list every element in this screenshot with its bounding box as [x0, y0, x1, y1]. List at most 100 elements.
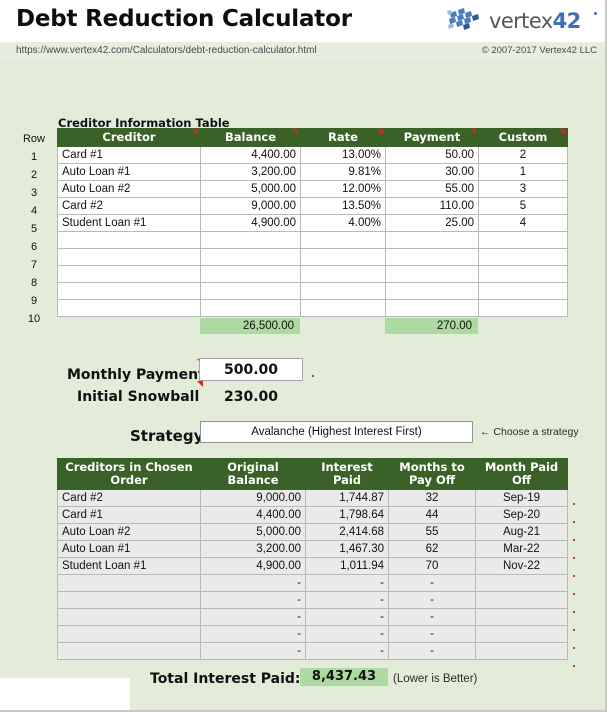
cell-creditor[interactable]: Card #2	[57, 197, 201, 216]
cell-rate[interactable]: 4.00%	[300, 214, 386, 233]
cell-rate[interactable]: 9.81%	[300, 163, 386, 182]
cell-custom[interactable]: 2	[478, 146, 568, 165]
cell-custom[interactable]: 4	[478, 214, 568, 233]
table-row: ---	[57, 625, 568, 644]
cell-custom[interactable]	[478, 282, 568, 301]
table-row: Card #2 9,000.00 1,744.87 32 Sep-19	[57, 489, 568, 508]
cell-payment[interactable]	[385, 282, 479, 301]
cell-custom[interactable]	[478, 265, 568, 284]
monthly-payment-input[interactable]: 500.00	[199, 358, 303, 381]
creditor-row-number: 1	[30, 151, 38, 163]
cell-interest-paid: -	[305, 642, 389, 661]
cell-custom[interactable]: 5	[478, 197, 568, 216]
results-table: Creditors in Chosen Order Original Balan…	[57, 457, 568, 661]
column-header-months-to-pay-off: Months to Pay Off	[388, 457, 476, 491]
cell-balance[interactable]: 4,900.00	[200, 214, 301, 233]
results-table-header-row: Creditors in Chosen Order Original Balan…	[57, 457, 568, 491]
table-row	[57, 299, 568, 318]
source-url[interactable]: https://www.vertex42.com/Calculators/deb…	[16, 45, 317, 56]
cell-balance[interactable]	[200, 299, 301, 318]
cell-interest-paid: 1,798.64	[305, 506, 389, 525]
copyright-text: © 2007-2017 Vertex42 LLC	[481, 45, 597, 56]
cell-balance[interactable]	[200, 265, 301, 284]
cell-interest-paid: -	[305, 625, 389, 644]
column-header-month-paid-off: Month Paid Off	[475, 457, 568, 491]
cell-payment[interactable]: 25.00	[385, 214, 479, 233]
initial-snowball-value: 230.00	[223, 389, 279, 405]
column-header-rate[interactable]: Rate	[300, 127, 386, 148]
cell-custom[interactable]	[478, 248, 568, 267]
cell-balance[interactable]: 4,400.00	[200, 146, 301, 165]
cell-rate[interactable]: 12.00%	[300, 180, 386, 199]
cell-creditor[interactable]: Auto Loan #2	[57, 180, 201, 199]
cell-creditor[interactable]	[57, 248, 201, 267]
results-row-marker-dot	[573, 539, 575, 541]
cell-interest-paid: -	[305, 608, 389, 627]
column-header-creditor[interactable]: Creditor	[57, 127, 201, 148]
cell-rate[interactable]: 13.00%	[300, 146, 386, 165]
cell-rate[interactable]	[300, 231, 386, 250]
cell-balance[interactable]	[200, 231, 301, 250]
cell-months-to-pay-off: 70	[388, 557, 476, 576]
cell-month-paid-off: Sep-20	[475, 506, 568, 525]
cell-payment[interactable]	[385, 248, 479, 267]
cell-creditor[interactable]	[57, 231, 201, 250]
cell-payment[interactable]: 55.00	[385, 180, 479, 199]
cell-rate[interactable]	[300, 282, 386, 301]
cell-creditor-order: Auto Loan #1	[57, 540, 201, 559]
column-header-custom[interactable]: Custom	[478, 127, 568, 148]
cell-creditor[interactable]	[57, 299, 201, 318]
cell-months-to-pay-off: -	[388, 591, 476, 610]
cell-balance[interactable]	[200, 248, 301, 267]
spreadsheet-page: Debt Reduction Calculator vertex42 https…	[0, 0, 607, 712]
cell-creditor[interactable]: Auto Loan #1	[57, 163, 201, 182]
cell-creditor[interactable]: Student Loan #1	[57, 214, 201, 233]
cell-payment[interactable]	[385, 265, 479, 284]
cell-creditor[interactable]	[57, 265, 201, 284]
cell-original-balance: 4,900.00	[200, 557, 306, 576]
cell-months-to-pay-off: 62	[388, 540, 476, 559]
cell-rate[interactable]	[300, 299, 386, 318]
cell-month-paid-off: Aug-21	[475, 523, 568, 542]
table-row: Student Loan #1 4,900.00 4.00% 25.00 4	[57, 214, 568, 233]
cell-payment[interactable]	[385, 231, 479, 250]
cell-custom[interactable]: 3	[478, 180, 568, 199]
cell-custom[interactable]: 1	[478, 163, 568, 182]
cell-original-balance: 3,200.00	[200, 540, 306, 559]
cell-balance[interactable]	[200, 282, 301, 301]
cell-payment[interactable]: 50.00	[385, 146, 479, 165]
total-balance-cell: 26,500.00	[200, 318, 300, 334]
cell-interest-paid: 1,744.87	[305, 489, 389, 508]
cell-custom[interactable]	[478, 231, 568, 250]
cell-creditor[interactable]: Card #1	[57, 146, 201, 165]
table-row: Student Loan #1 4,900.00 1,011.94 70 Nov-22	[57, 557, 568, 576]
cell-creditor[interactable]	[57, 282, 201, 301]
cell-interest-paid: 1,011.94	[305, 557, 389, 576]
column-header-payment[interactable]: Payment	[385, 127, 479, 148]
creditor-row-number: 5	[30, 223, 38, 235]
cell-custom[interactable]	[478, 299, 568, 318]
column-header-balance[interactable]: Balance	[200, 127, 301, 148]
strategy-select[interactable]: Avalanche (Highest Interest First)	[200, 421, 473, 443]
cell-original-balance: -	[200, 608, 306, 627]
cell-payment[interactable]: 30.00	[385, 163, 479, 182]
cell-month-paid-off	[475, 642, 568, 661]
table-row: Card #1 4,400.00 1,798.64 44 Sep-20	[57, 506, 568, 525]
creditor-header-comment-marker	[192, 129, 198, 135]
total-interest-label: Total Interest Paid:	[150, 671, 301, 687]
cell-balance[interactable]: 5,000.00	[200, 180, 301, 199]
cell-payment[interactable]	[385, 299, 479, 318]
results-row-marker-dot	[573, 503, 575, 505]
cell-creditor-order: Auto Loan #2	[57, 523, 201, 542]
cell-balance[interactable]: 9,000.00	[200, 197, 301, 216]
cell-rate[interactable]	[300, 248, 386, 267]
table-row: Auto Loan #2 5,000.00 2,414.68 55 Aug-21	[57, 523, 568, 542]
cell-rate[interactable]	[300, 265, 386, 284]
cell-rate[interactable]: 13.50%	[300, 197, 386, 216]
cell-original-balance: 5,000.00	[200, 523, 306, 542]
cell-month-paid-off	[475, 608, 568, 627]
cell-payment[interactable]: 110.00	[385, 197, 479, 216]
cell-balance[interactable]: 3,200.00	[200, 163, 301, 182]
results-row-marker-dot	[573, 593, 575, 595]
results-row-marker-dot	[573, 629, 575, 631]
